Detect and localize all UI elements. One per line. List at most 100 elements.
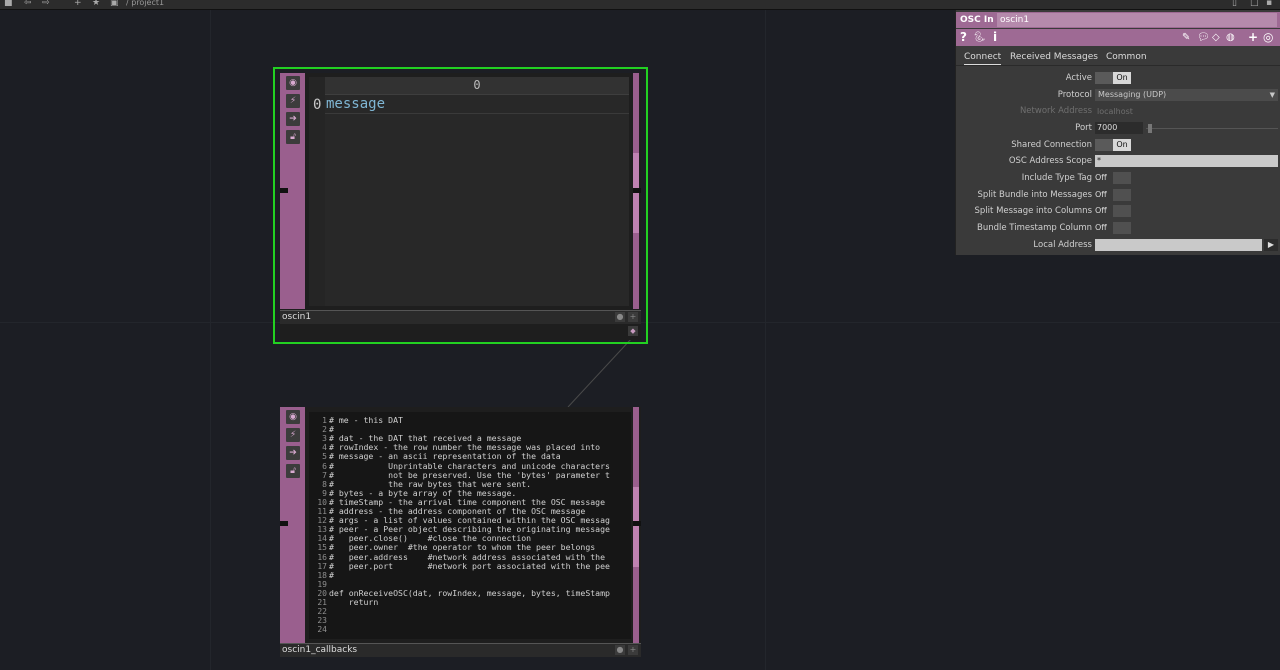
node-name-bar[interactable]: oscin1_callbacks ● + [280, 643, 641, 657]
network-path[interactable]: / project1 [126, 0, 164, 9]
active-toggle[interactable]: On [1095, 72, 1131, 84]
python-icon[interactable]: ◍ [1226, 29, 1235, 46]
flag-icon[interactable]: ● [615, 312, 625, 322]
node-name-bar[interactable]: oscin1 ● + [280, 310, 641, 324]
param-local-address: Local Address ▶ [956, 238, 1280, 253]
param-split-bundle: Split Bundle into Messages Off [956, 188, 1280, 203]
bypass-icon[interactable]: ⚡ [286, 428, 300, 442]
python-help-icon[interactable]: 🐍︎ [973, 29, 986, 46]
table-viewer[interactable]: 0 0 message [309, 77, 629, 306]
param-label: Bundle Timestamp Column [977, 223, 1092, 233]
forward-icon[interactable]: ⇨ [42, 0, 50, 9]
input-connector[interactable] [280, 188, 288, 193]
edit-icon[interactable]: ✎ [1182, 29, 1190, 46]
code-line[interactable]: return [329, 597, 379, 607]
include-type-tag-toggle[interactable]: Off [1095, 172, 1131, 184]
toggle-knob [1113, 189, 1131, 201]
param-label: Local Address [1033, 240, 1092, 250]
add-icon[interactable]: + [74, 0, 82, 9]
window-icon[interactable]: ▯ [1232, 0, 1237, 9]
code-line-number: 13 [317, 525, 327, 535]
help-icon[interactable]: ? [960, 29, 967, 46]
code-line-number: 10 [317, 497, 327, 507]
local-address-field[interactable] [1095, 239, 1262, 251]
output-connector[interactable] [633, 188, 641, 193]
scrollbar-thumb[interactable] [633, 487, 639, 567]
panel-header: OSC In oscin1 [956, 12, 1280, 28]
star-icon[interactable]: ★ [92, 0, 100, 9]
bypass-icon[interactable]: ⚡ [286, 94, 300, 108]
port-field[interactable]: 7000 [1095, 122, 1143, 134]
param-label: Split Message into Columns [974, 206, 1092, 216]
osc-address-scope-field[interactable]: * [1095, 155, 1278, 167]
param-label: Shared Connection [1011, 140, 1092, 150]
split-message-toggle[interactable]: Off [1095, 205, 1131, 217]
code-line-number: 20 [317, 588, 327, 598]
display-icon[interactable]: ➔ [286, 112, 300, 126]
row-divider [325, 113, 629, 114]
code-line-number: 21 [317, 598, 327, 607]
node-wire [567, 337, 633, 408]
expand-icon[interactable]: + [628, 645, 638, 655]
param-label: Port [1075, 123, 1092, 133]
operator-name-field[interactable]: oscin1 [997, 13, 1277, 27]
bundle-timestamp-toggle[interactable]: Off [1095, 222, 1131, 234]
play-icon[interactable]: ▶ [1264, 239, 1278, 251]
code-line[interactable]: # me - this DAT [329, 415, 403, 425]
maximize-icon[interactable]: □ [1250, 0, 1259, 9]
slider-handle[interactable] [1148, 124, 1152, 133]
expand-icon[interactable]: + [628, 312, 638, 322]
code-line-number: 3 [322, 434, 327, 444]
code-line-number: 23 [317, 616, 327, 626]
code-line-number: 19 [317, 579, 327, 589]
param-active: Active On [956, 71, 1280, 86]
code-line-number: 11 [317, 507, 327, 516]
pin-icon[interactable]: ▪ [1266, 0, 1272, 9]
port-slider[interactable] [1146, 124, 1278, 133]
display-icon[interactable]: ➔ [286, 446, 300, 460]
code-line[interactable]: # peer.port #network port associated wit… [329, 561, 610, 571]
code-line[interactable]: # [329, 570, 334, 580]
tab-connect[interactable]: Connect [964, 51, 1002, 66]
node-name[interactable]: oscin1_callbacks [280, 645, 357, 655]
output-connector[interactable] [633, 521, 641, 526]
menu-icon[interactable]: ■ [4, 0, 13, 9]
flag-icon[interactable]: ● [615, 645, 625, 655]
tab-received-messages[interactable]: Received Messages [1010, 51, 1098, 63]
code-line-number: 4 [322, 443, 327, 453]
code-line-number: 12 [317, 516, 327, 526]
input-connector[interactable] [280, 521, 288, 526]
param-shared-connection: Shared Connection On [956, 138, 1280, 153]
param-include-type-tag: Include Type Tag Off [956, 171, 1280, 186]
param-protocol: Protocol Messaging (UDP) ▼ [956, 88, 1280, 103]
network-address-field[interactable]: localhost [1097, 104, 1133, 119]
panel-icon-bar: ? 🐍︎ i ✎ 💬︎ ◇ ◍ + ◎ [956, 29, 1280, 46]
scrollbar-thumb[interactable] [633, 153, 639, 233]
info-icon[interactable]: i [993, 29, 997, 46]
code-line-number: 2 [322, 425, 327, 435]
callback-icon[interactable]: ◆ [628, 326, 638, 336]
image-icon[interactable]: ▣ [110, 0, 119, 9]
lock-icon[interactable]: 🔓︎ [286, 130, 300, 144]
comment-icon[interactable]: 💬︎ [1197, 29, 1210, 46]
viewer-icon[interactable]: ◉ [286, 410, 300, 424]
protocol-dropdown[interactable]: Messaging (UDP) ▼ [1095, 89, 1278, 101]
param-label: Split Bundle into Messages [977, 190, 1092, 200]
tab-common[interactable]: Common [1106, 51, 1147, 63]
shared-connection-toggle[interactable]: On [1095, 139, 1131, 151]
add-parameter-icon[interactable]: + [1248, 29, 1258, 46]
table-cell[interactable]: message [326, 96, 385, 112]
operator-type: OSC In [960, 15, 994, 25]
lock-icon[interactable]: 🔓︎ [286, 464, 300, 478]
split-bundle-toggle[interactable]: Off [1095, 189, 1131, 201]
tab-divider [956, 65, 1280, 66]
node-name[interactable]: oscin1 [280, 312, 311, 322]
code-viewer[interactable]: 1 # me - this DAT 2 #3 # dat - the DAT that … [309, 412, 631, 639]
param-split-message: Split Message into Columns Off [956, 204, 1280, 219]
viewer-icon[interactable]: ◉ [286, 76, 300, 90]
target-icon[interactable]: ◎ [1263, 29, 1273, 46]
back-icon[interactable]: ⇦ [24, 0, 32, 9]
toggle-value: Off [1095, 206, 1107, 215]
tag-icon[interactable]: ◇ [1212, 29, 1220, 46]
toggle-value: On [1113, 72, 1131, 84]
